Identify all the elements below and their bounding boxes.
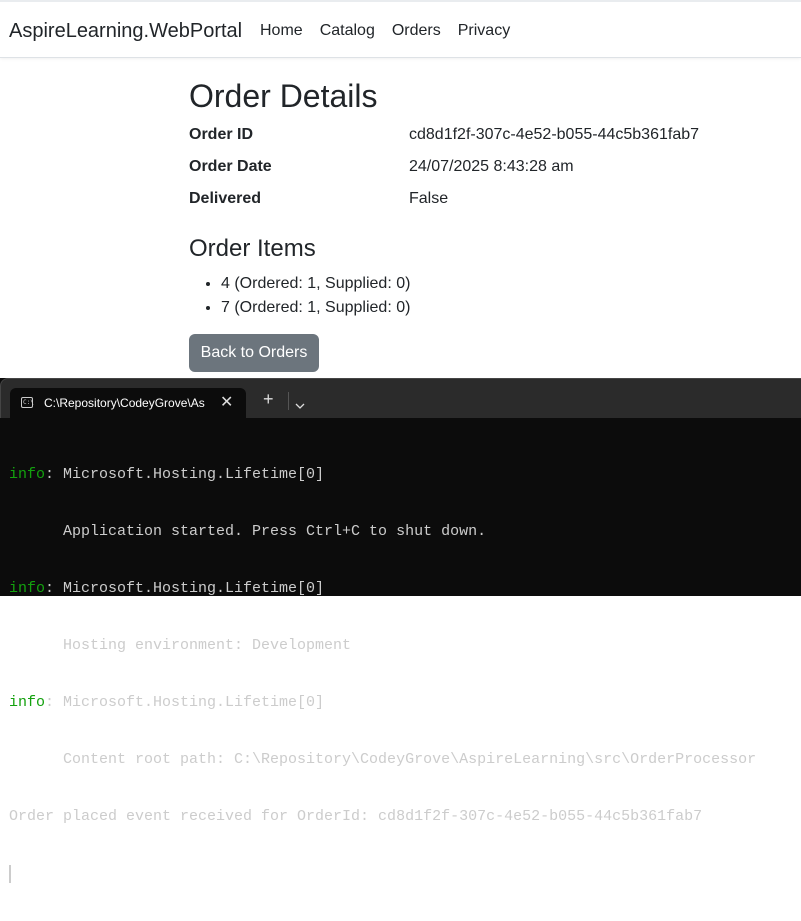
detail-row-order-id: Order ID cd8d1f2f-307c-4e52-b055-44c5b36… [189,116,789,148]
nav-links: Home Catalog Orders Privacy [260,22,510,40]
terminal-line: Application started. Press Ctrl+C to shu… [9,522,801,541]
terminal-tab[interactable]: C:\ C:\Repository\CodeyGrove\As ✕ [10,388,246,419]
detail-label: Order Date [189,158,272,175]
terminal-line: info: Microsoft.Hosting.Lifetime[0] [9,693,801,712]
detail-row-delivered: Delivered False [189,180,789,212]
new-tab-button[interactable]: + [263,390,274,408]
terminal-line: Content root path: C:\Repository\CodeyGr… [9,750,801,769]
back-to-orders-button[interactable]: Back to Orders [189,334,319,372]
terminal-line: Order placed event received for OrderId:… [9,807,801,826]
navbar: AspireLearning.WebPortal Home Catalog Or… [0,0,801,58]
divider [288,392,289,410]
order-items-list: 4 (Ordered: 1, Supplied: 0) 7 (Ordered: … [189,272,410,320]
terminal-line: Hosting environment: Development [9,636,801,655]
text-cursor [9,865,11,883]
log-level: info [9,580,46,597]
nav-link-orders[interactable]: Orders [392,22,441,40]
list-item: 4 (Ordered: 1, Supplied: 0) [221,272,410,296]
terminal-line: info: Microsoft.Hosting.Lifetime[0] [9,579,801,598]
log-text: Content root path: C:\Repository\CodeyGr… [9,751,757,768]
console-icon: C:\ [21,397,34,408]
close-icon[interactable]: ✕ [220,392,233,412]
detail-label: Order ID [189,126,254,143]
log-level: info [9,466,46,483]
terminal-output[interactable]: info: Microsoft.Hosting.Lifetime[0] Appl… [9,427,801,921]
log-text: Application started. Press Ctrl+C to shu… [9,523,487,540]
nav-link-home[interactable]: Home [260,22,303,40]
log-level: info [9,694,46,711]
chevron-down-icon[interactable] [295,396,305,414]
order-items-title: Order Items [189,235,316,262]
list-item: 7 (Ordered: 1, Supplied: 0) [221,296,410,320]
terminal-line: info: Microsoft.Hosting.Lifetime[0] [9,465,801,484]
terminal-window: C:\ C:\Repository\CodeyGrove\As ✕ + info… [0,378,801,883]
log-text: Hosting environment: Development [9,637,352,654]
detail-value: False [409,190,449,207]
detail-value: 24/07/2025 8:43:28 am [409,158,574,175]
tab-title: C:\Repository\CodeyGrove\As [44,396,205,410]
detail-label: Delivered [189,190,262,207]
nav-link-catalog[interactable]: Catalog [320,22,375,40]
main-content: Order Details Order ID cd8d1f2f-307c-4e5… [189,76,789,372]
detail-value: cd8d1f2f-307c-4e52-b055-44c5b361fab7 [409,126,700,143]
terminal-tabbar: C:\ C:\Repository\CodeyGrove\As ✕ + [0,378,801,419]
page-title: Order Details [189,78,378,114]
log-text: : Microsoft.Hosting.Lifetime[0] [45,580,325,597]
terminal-prompt-line [9,864,801,883]
log-text: : Microsoft.Hosting.Lifetime[0] [45,466,325,483]
detail-row-order-date: Order Date 24/07/2025 8:43:28 am [189,148,789,180]
log-text: : Microsoft.Hosting.Lifetime[0] [45,694,325,711]
nav-link-privacy[interactable]: Privacy [458,22,510,40]
log-text: Order placed event received for OrderId:… [9,808,703,825]
brand-link[interactable]: AspireLearning.WebPortal [9,20,242,43]
